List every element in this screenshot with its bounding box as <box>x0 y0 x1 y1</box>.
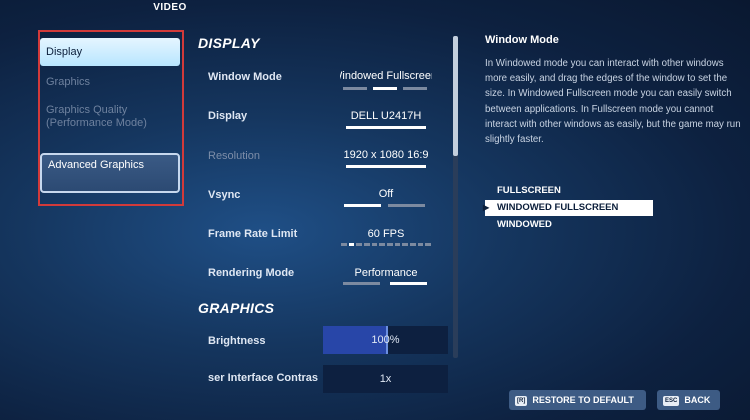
rendering-mode-segment[interactable] <box>343 282 380 285</box>
scrollbar-thumb[interactable] <box>453 36 458 156</box>
frame-rate-segment[interactable] <box>394 243 401 246</box>
window-mode-value[interactable]: Windowed Fullscreen <box>340 70 432 82</box>
option-windowed[interactable]: WINDOWED <box>485 217 653 233</box>
frame-rate-segment[interactable] <box>379 243 385 246</box>
page-title: VIDEO <box>153 2 187 13</box>
resolution-underline <box>346 165 426 168</box>
vsync-segment[interactable] <box>388 204 425 207</box>
frame-rate-segment[interactable] <box>341 243 347 246</box>
rendering-mode-segment[interactable] <box>390 282 427 285</box>
vsync-value[interactable]: Off <box>340 188 432 200</box>
restore-default-button[interactable]: [R] RESTORE TO DEFAULT <box>509 390 646 410</box>
menu-item-graphics[interactable]: Graphics <box>40 76 90 89</box>
brightness-value: 100% <box>371 334 400 346</box>
settings-scrollbar[interactable] <box>453 36 458 358</box>
display-heading: DISPLAY <box>198 35 260 51</box>
option-fullscreen[interactable]: FULLSCREEN <box>485 183 653 199</box>
frame-rate-value[interactable]: 60 FPS <box>340 228 432 240</box>
window-mode-label: Window Mode <box>208 71 282 83</box>
ui-contrast-value: 1x <box>379 373 392 385</box>
frame-rate-segment[interactable] <box>364 243 370 246</box>
vsync-label: Vsync <box>208 189 241 201</box>
display-label: Display <box>208 110 248 122</box>
back-button[interactable]: ESC BACK <box>657 390 720 410</box>
frame-rate-segment[interactable] <box>371 243 378 246</box>
graphics-heading: GRAPHICS <box>198 300 275 316</box>
menu-item-advanced-graphics[interactable]: Advanced Graphics <box>40 153 180 193</box>
rendering-mode-label: Rendering Mode <box>208 267 295 279</box>
esc-key-icon: ESC <box>663 395 680 406</box>
category-menu: Display Graphics Graphics Quality (Perfo… <box>38 30 184 206</box>
frame-rate-label: Frame Rate Limit <box>208 228 298 240</box>
frame-rate-segment[interactable] <box>417 243 424 246</box>
vsync-segment[interactable] <box>344 204 381 207</box>
display-underline <box>346 126 426 129</box>
window-mode-segment[interactable] <box>373 87 397 90</box>
frame-rate-segment[interactable] <box>425 243 431 246</box>
frame-rate-segment[interactable] <box>387 243 393 246</box>
keyboard-key-icon: [R] <box>515 395 528 406</box>
menu-item-graphics-quality[interactable]: Graphics Quality (Performance Mode) <box>40 104 150 130</box>
frame-rate-segment[interactable] <box>402 243 408 246</box>
frame-rate-segment[interactable] <box>356 243 362 246</box>
brightness-slider[interactable]: 100% <box>323 326 448 354</box>
resolution-label: Resolution <box>208 150 260 162</box>
menu-item-display[interactable]: Display <box>40 38 180 66</box>
ui-contrast-slider[interactable]: 1x <box>323 365 448 393</box>
window-mode-segment[interactable] <box>343 87 367 90</box>
option-windowed-fullscreen[interactable]: ▶ WINDOWED FULLSCREEN <box>483 200 653 216</box>
resolution-value[interactable]: 1920 x 1080 16:9 <box>338 149 434 161</box>
frame-rate-segment[interactable] <box>348 243 355 246</box>
ui-contrast-label: ser Interface Contras <box>208 372 319 384</box>
window-mode-segment[interactable] <box>403 87 427 90</box>
rendering-mode-value[interactable]: Performance <box>340 267 432 279</box>
frame-rate-segment[interactable] <box>410 243 416 246</box>
description-title: Window Mode <box>485 34 559 46</box>
description-text: In Windowed mode you can interact with o… <box>485 58 741 146</box>
brightness-label: Brightness <box>208 335 266 347</box>
display-value[interactable]: DELL U2417H <box>340 110 432 122</box>
caret-right-icon: ▶ <box>483 203 490 212</box>
